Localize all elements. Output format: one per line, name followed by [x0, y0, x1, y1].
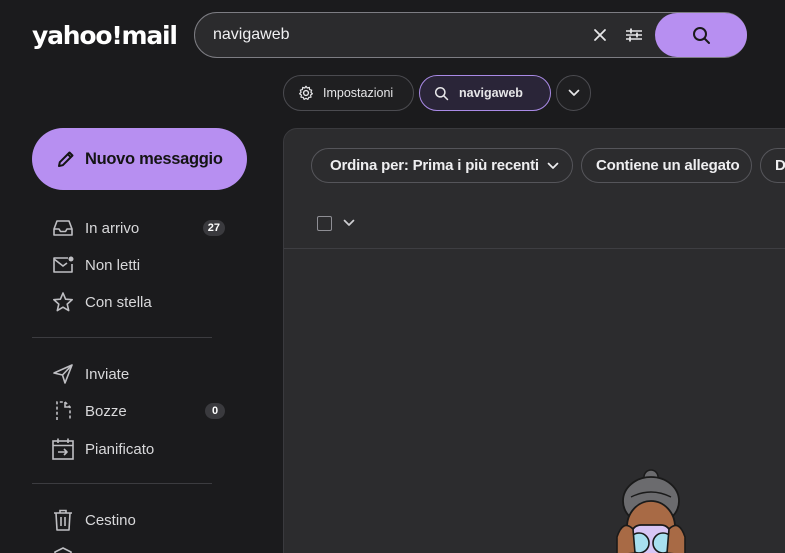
more-filters-button[interactable]: [556, 75, 591, 111]
has-attachment-filter[interactable]: Contiene un allegato: [581, 148, 752, 183]
search-query-chip[interactable]: navigaweb: [419, 75, 551, 111]
compose-label: Nuovo messaggio: [85, 149, 223, 168]
pencil-icon: [58, 151, 74, 167]
search-illustration: [616, 469, 686, 553]
sidebar-item-label: Bozze: [85, 402, 127, 420]
sidebar-item-partial[interactable]: [50, 542, 230, 553]
search-button[interactable]: [655, 13, 747, 57]
trash-icon: [50, 507, 76, 533]
sidebar-item-drafts[interactable]: Bozze 0: [50, 396, 230, 426]
chevron-down-icon[interactable]: [342, 216, 356, 230]
clear-search-icon[interactable]: [583, 18, 617, 52]
sort-dropdown-label: Ordina per: Prima i più recenti: [330, 157, 539, 174]
search-input[interactable]: navigaweb: [213, 26, 583, 44]
search-bar[interactable]: navigaweb: [194, 12, 747, 58]
sidebar-item-scheduled[interactable]: Pianificato: [50, 434, 230, 464]
settings-chip[interactable]: Impostazioni: [283, 75, 414, 111]
sidebar-divider: [32, 483, 212, 484]
message-list-panel: Ordina per: Prima i più recenti Contiene…: [283, 128, 785, 553]
has-attachment-label: Contiene un allegato: [596, 157, 740, 174]
shield-icon: [50, 544, 76, 553]
sidebar-item-label: Inviate: [85, 365, 130, 383]
sidebar-divider: [32, 337, 212, 338]
sidebar-item-label: Con stella: [85, 293, 152, 311]
sort-dropdown[interactable]: Ordina per: Prima i più recenti: [311, 148, 573, 183]
gear-icon: [299, 85, 313, 100]
search-options-icon[interactable]: [617, 18, 651, 52]
sidebar-item-trash[interactable]: Cestino: [50, 505, 230, 535]
inbox-icon: [50, 215, 76, 241]
search-icon: [692, 26, 710, 44]
sidebar-item-label: Pianificato: [85, 440, 155, 458]
scheduled-icon: [50, 436, 76, 462]
unread-mail-icon: [50, 252, 76, 278]
compose-button[interactable]: Nuovo messaggio: [32, 128, 247, 190]
settings-chip-label: Impostazioni: [323, 86, 394, 100]
star-icon: [50, 289, 76, 315]
draft-icon: [50, 398, 76, 424]
drafts-count-badge: 0: [205, 403, 225, 419]
chevron-down-icon: [568, 89, 579, 96]
sidebar-item-sent[interactable]: Inviate: [50, 359, 230, 389]
sidebar-item-starred[interactable]: Con stella: [50, 287, 230, 317]
sidebar-item-unread[interactable]: Non letti: [50, 250, 230, 280]
unread-count-badge: 27: [202, 220, 225, 236]
select-all-checkbox[interactable]: [317, 216, 332, 231]
sidebar-item-label: Cestino: [85, 511, 136, 529]
message-list-header: [284, 129, 785, 249]
yahoo-mail-logo[interactable]: yahoo!mail: [32, 18, 178, 52]
search-icon: [434, 86, 449, 100]
sidebar-item-inbox[interactable]: In arrivo 27: [50, 213, 230, 243]
sidebar-item-label: Non letti: [85, 256, 141, 274]
send-icon: [50, 361, 76, 387]
date-filter-label: D: [775, 157, 785, 174]
sidebar-item-label: In arrivo: [85, 219, 140, 237]
search-query-chip-label: navigaweb: [459, 86, 523, 100]
chevron-down-icon: [547, 162, 559, 169]
